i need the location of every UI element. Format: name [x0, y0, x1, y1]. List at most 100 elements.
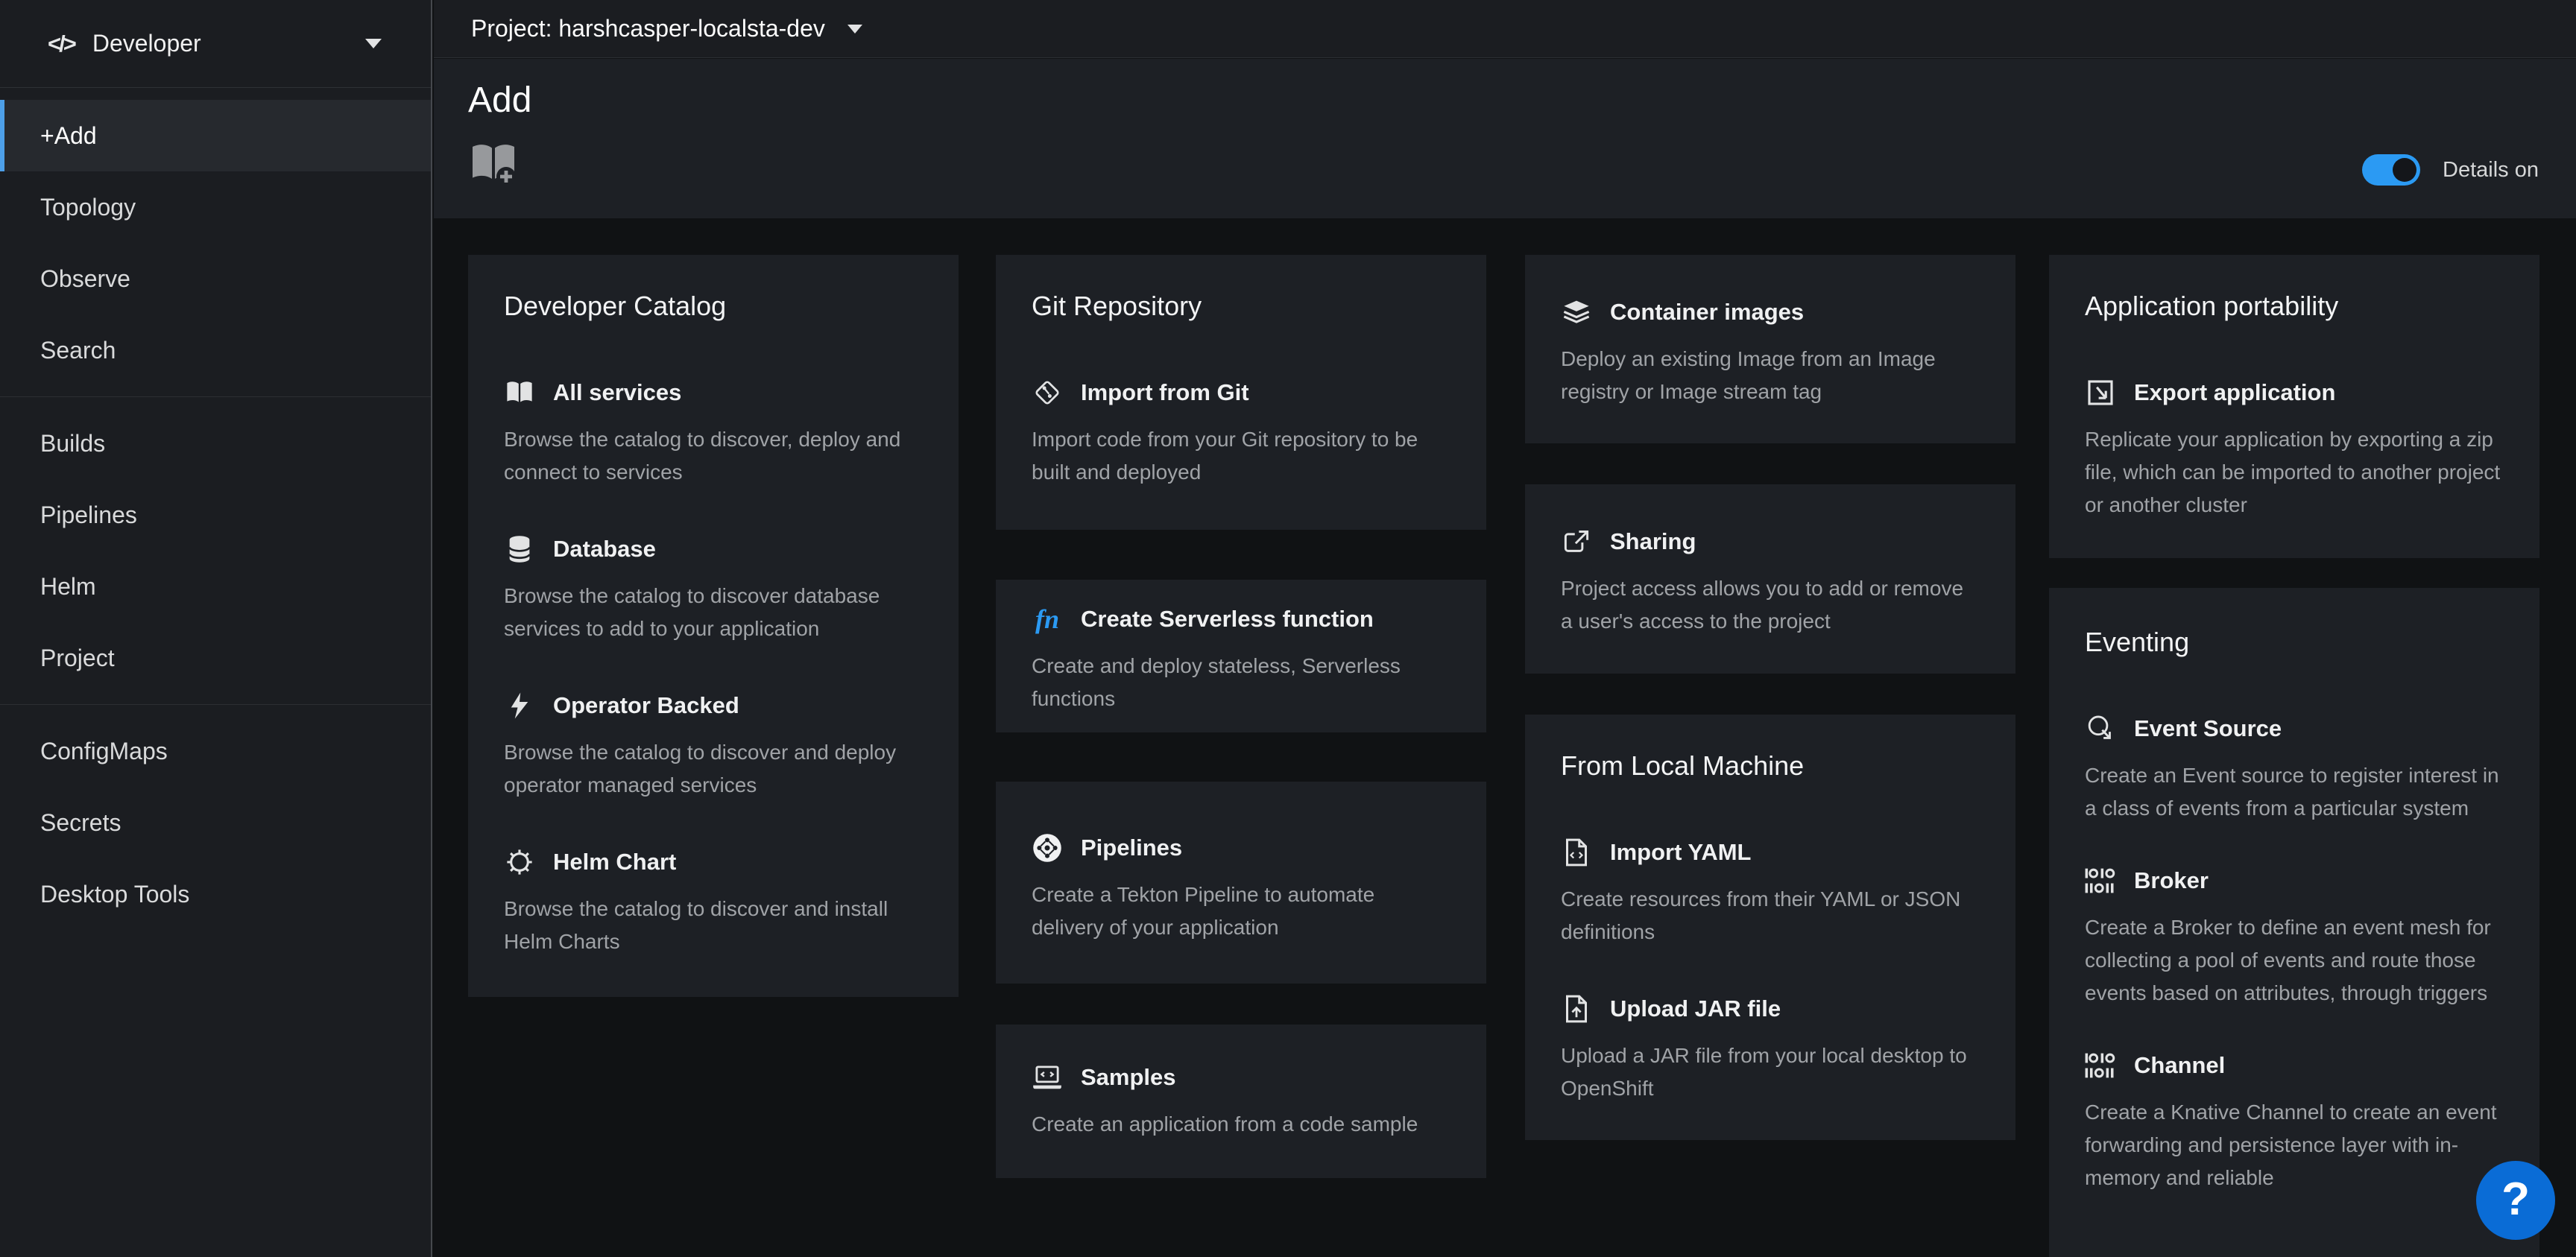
- sidebar-item-label: Search: [40, 337, 116, 364]
- tile-description: Create an Event source to register inter…: [2085, 759, 2504, 825]
- card-git-repository[interactable]: Git Repository Import from Git Import co…: [996, 255, 1486, 530]
- tile-heading: Import from Git: [1081, 379, 1249, 406]
- perspective-switcher-label: Developer: [92, 30, 365, 57]
- sidebar-item-label: Desktop Tools: [40, 881, 189, 908]
- tile-upload-jar-file[interactable]: Upload JAR file Upload a JAR file from y…: [1561, 993, 1980, 1105]
- sidebar-item-label: Helm: [40, 573, 96, 601]
- export-icon: [2085, 377, 2116, 408]
- add-page: Add Details on Developer Catalog: [434, 59, 2576, 1257]
- sidebar-nav: +Add Topology Observe Search Builds Pipe…: [0, 88, 431, 940]
- sidebar-item-label: Builds: [40, 430, 105, 457]
- sidebar-item-helm[interactable]: Helm: [0, 551, 431, 622]
- sidebar-item-add[interactable]: +Add: [0, 100, 431, 171]
- tile-description: Create a Knative Channel to create an ev…: [2085, 1096, 2504, 1194]
- card-serverless-function[interactable]: fn Create Serverless function Create and…: [996, 580, 1486, 732]
- tile-all-services[interactable]: All services Browse the catalog to disco…: [504, 377, 923, 489]
- laptop-code-icon: [1032, 1062, 1063, 1093]
- card-title: From Local Machine: [1561, 750, 1980, 782]
- tile-channel[interactable]: Channel Create a Knative Channel to crea…: [2085, 1050, 2504, 1194]
- share-icon: [1561, 526, 1592, 557]
- tile-heading: Event Source: [2134, 715, 2282, 742]
- sidebar-item-observe[interactable]: Observe: [0, 243, 431, 314]
- page-title: Add: [468, 80, 531, 121]
- database-icon: [504, 533, 535, 565]
- tile-description: Create a Broker to define an event mesh …: [2085, 911, 2504, 1010]
- card-container-images[interactable]: Container images Deploy an existing Imag…: [1525, 255, 2015, 443]
- question-mark-icon: ?: [2501, 1173, 2530, 1226]
- tile-heading: Container images: [1610, 299, 1804, 326]
- tile-description: Upload a JAR file from your local deskto…: [1561, 1039, 1980, 1105]
- file-code-icon: [1561, 837, 1592, 868]
- help-button[interactable]: ?: [2476, 1161, 2555, 1240]
- tile-container-images[interactable]: Container images Deploy an existing Imag…: [1561, 297, 1980, 408]
- sidebar-item-desktop-tools[interactable]: Desktop Tools: [0, 858, 431, 930]
- project-selector[interactable]: Project: harshcasper-localsta-dev: [471, 15, 825, 42]
- nav-group-main: +Add Topology Observe Search: [0, 98, 431, 396]
- card-sharing[interactable]: Sharing Project access allows you to add…: [1525, 484, 2015, 674]
- caret-down-icon: [847, 25, 862, 34]
- sidebar-item-label: +Add: [40, 122, 97, 150]
- binary-channel-icon: [2085, 1050, 2116, 1081]
- card-from-local-machine[interactable]: From Local Machine Import YAML Create re…: [1525, 715, 2015, 1140]
- tile-heading: Export application: [2134, 379, 2335, 406]
- tile-heading: Import YAML: [1610, 839, 1751, 866]
- tile-heading: Operator Backed: [553, 692, 739, 719]
- project-bar: Project: harshcasper-localsta-dev: [434, 0, 2576, 58]
- card-pipelines[interactable]: Pipelines Create a Tekton Pipeline to au…: [996, 782, 1486, 984]
- tile-description: Create and deploy stateless, Serverless …: [1032, 650, 1450, 715]
- tile-heading: Pipelines: [1081, 835, 1182, 861]
- details-toggle[interactable]: [2362, 154, 2420, 186]
- card-developer-catalog[interactable]: Developer Catalog All services Browse th…: [468, 255, 959, 997]
- tile-event-source[interactable]: Event Source Create an Event source to r…: [2085, 713, 2504, 825]
- card-title: Git Repository: [1032, 291, 1450, 322]
- sidebar-item-label: ConfigMaps: [40, 738, 168, 765]
- code-icon: </>: [48, 31, 75, 57]
- sidebar-item-secrets[interactable]: Secrets: [0, 787, 431, 858]
- tile-import-from-git[interactable]: Import from Git Import code from your Gi…: [1032, 377, 1450, 489]
- tile-sharing[interactable]: Sharing Project access allows you to add…: [1561, 526, 1980, 638]
- tile-heading: Broker: [2134, 867, 2209, 894]
- tile-operator-backed[interactable]: Operator Backed Browse the catalog to di…: [504, 690, 923, 802]
- sidebar-item-search[interactable]: Search: [0, 314, 431, 386]
- event-source-icon: [2085, 713, 2116, 744]
- quick-start-book-plus-icon[interactable]: [470, 142, 517, 188]
- sidebar-item-pipelines[interactable]: Pipelines: [0, 479, 431, 551]
- card-title: Eventing: [2085, 627, 2504, 658]
- tile-helm-chart[interactable]: Helm Chart Browse the catalog to discove…: [504, 846, 923, 958]
- tile-description: Replicate your application by exporting …: [2085, 423, 2504, 522]
- tile-pipelines[interactable]: Pipelines Create a Tekton Pipeline to au…: [1032, 832, 1450, 944]
- sidebar-item-configmaps[interactable]: ConfigMaps: [0, 715, 431, 787]
- tile-export-application[interactable]: Export application Replicate your applic…: [2085, 377, 2504, 522]
- tile-broker[interactable]: Broker Create a Broker to define an even…: [2085, 865, 2504, 1010]
- sidebar-item-label: Secrets: [40, 809, 121, 837]
- tile-description: Create a Tekton Pipeline to automate del…: [1032, 878, 1450, 944]
- tile-samples[interactable]: Samples Create an application from a cod…: [1032, 1062, 1450, 1141]
- tile-database[interactable]: Database Browse the catalog to discover …: [504, 533, 923, 645]
- card-samples[interactable]: Samples Create an application from a cod…: [996, 1025, 1486, 1178]
- tile-import-yaml[interactable]: Import YAML Create resources from their …: [1561, 837, 1980, 949]
- tile-description: Deploy an existing Image from an Image r…: [1561, 343, 1980, 408]
- sidebar-item-label: Observe: [40, 265, 130, 293]
- tekton-pipelines-icon: [1032, 832, 1063, 864]
- tile-description: Browse the catalog to discover and deplo…: [504, 736, 923, 802]
- tile-heading: Upload JAR file: [1610, 995, 1781, 1022]
- sidebar-item-builds[interactable]: Builds: [0, 408, 431, 479]
- tile-heading: Samples: [1081, 1064, 1176, 1091]
- card-eventing[interactable]: Eventing Event Source Create an Event so…: [2049, 588, 2539, 1257]
- sidebar-item-project[interactable]: Project: [0, 622, 431, 694]
- bolt-icon: [504, 690, 535, 721]
- tile-description: Browse the catalog to discover database …: [504, 580, 923, 645]
- sidebar: </> Developer +Add Topology Observe Sear…: [0, 0, 432, 1257]
- nav-group-resources: Builds Pipelines Helm Project: [0, 396, 431, 704]
- tile-heading: Helm Chart: [553, 849, 676, 876]
- catalog-book-icon: [504, 377, 535, 408]
- tile-description: Create resources from their YAML or JSON…: [1561, 883, 1980, 949]
- card-application-portability[interactable]: Application portability Export applicati…: [2049, 255, 2539, 558]
- tile-description: Browse the catalog to discover, deploy a…: [504, 423, 923, 489]
- helm-wheel-icon: [504, 846, 535, 878]
- tile-create-serverless-function[interactable]: fn Create Serverless function Create and…: [1032, 604, 1450, 715]
- sidebar-item-topology[interactable]: Topology: [0, 171, 431, 243]
- nav-group-config: ConfigMaps Secrets Desktop Tools: [0, 704, 431, 940]
- perspective-switcher[interactable]: </> Developer: [0, 0, 431, 88]
- tile-description: Browse the catalog to discover and insta…: [504, 893, 923, 958]
